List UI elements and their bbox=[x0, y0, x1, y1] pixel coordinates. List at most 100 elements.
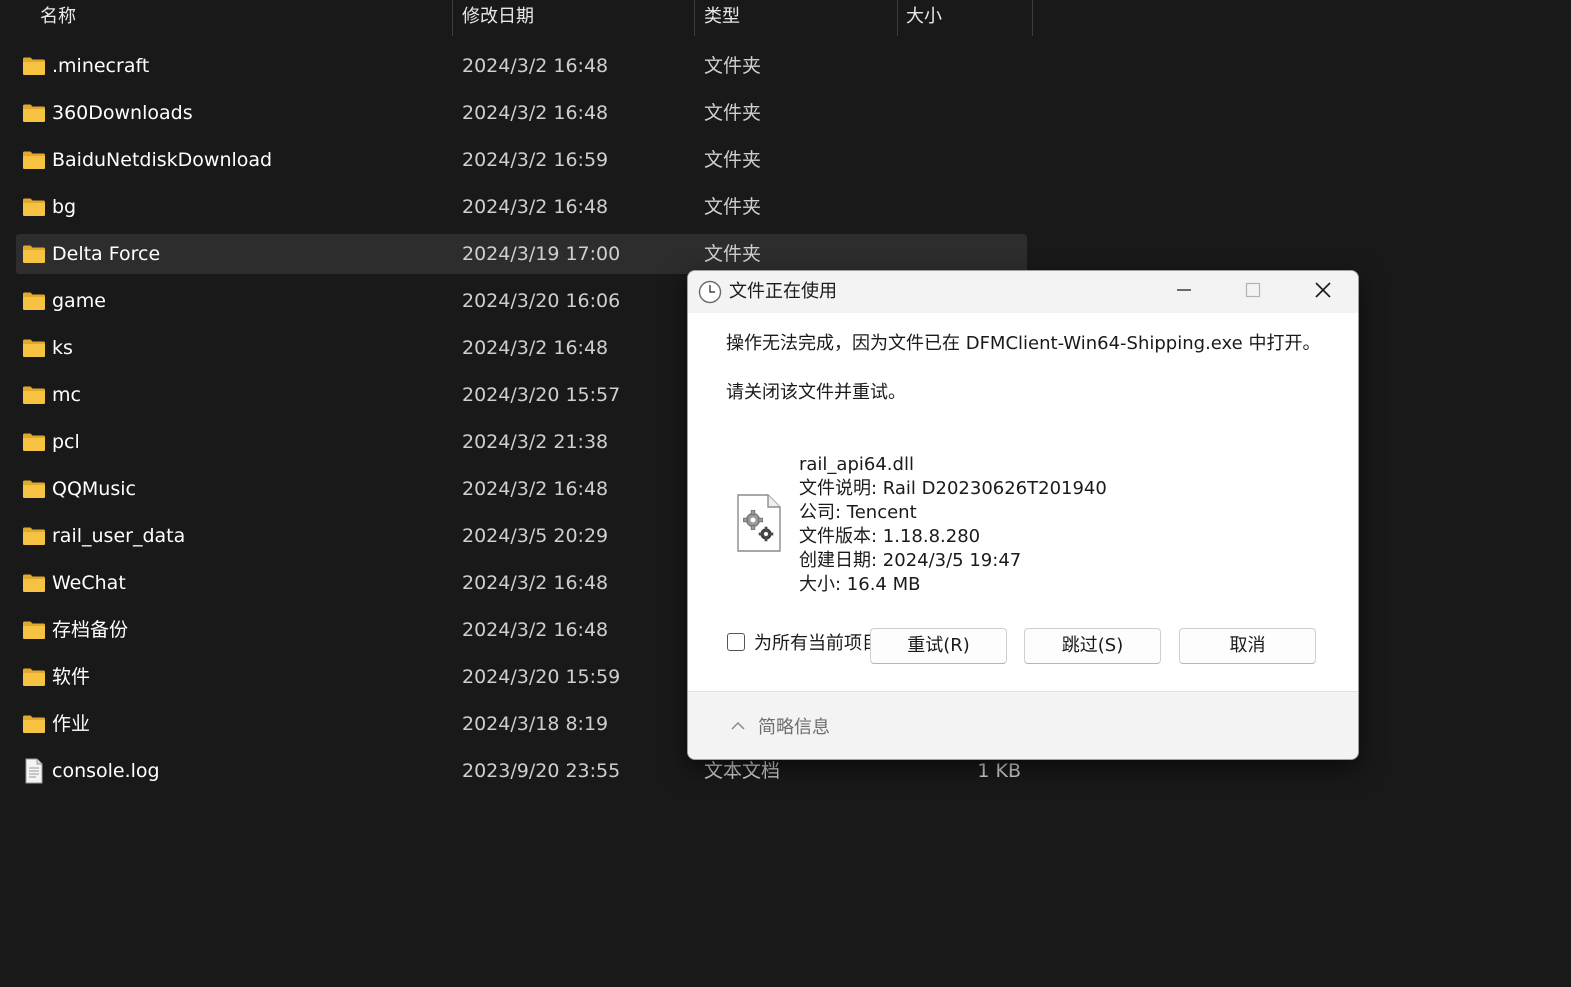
file-row[interactable]: 360Downloads 2024/3/2 16:48 文件夹 bbox=[16, 93, 1027, 133]
maximize-button[interactable] bbox=[1218, 271, 1288, 313]
file-type: 文件夹 bbox=[704, 149, 762, 171]
file-type: 文件夹 bbox=[704, 55, 762, 77]
file-name: rail_api64.dll bbox=[799, 454, 914, 475]
folder-icon bbox=[22, 479, 46, 499]
folder-icon bbox=[22, 526, 46, 546]
column-header-date[interactable]: 修改日期 bbox=[462, 0, 534, 36]
file-name: WeChat bbox=[52, 572, 126, 594]
dialog-titlebar[interactable]: 文件正在使用 bbox=[688, 271, 1358, 313]
folder-icon bbox=[22, 573, 46, 593]
file-name: 360Downloads bbox=[52, 102, 193, 124]
maximize-icon bbox=[1244, 281, 1262, 303]
file-in-use-dialog: 文件正在使用 操作无法完成，因为文件已在 DFMClient-Win64-Shi… bbox=[687, 270, 1359, 760]
folder-icon bbox=[22, 667, 46, 687]
file-name: QQMusic bbox=[52, 478, 136, 500]
close-button[interactable] bbox=[1288, 271, 1358, 313]
file-row[interactable]: bg 2024/3/2 16:48 文件夹 bbox=[16, 187, 1027, 227]
file-size bbox=[936, 140, 1021, 180]
cancel-button[interactable]: 取消 bbox=[1179, 628, 1316, 664]
folder-icon bbox=[22, 432, 46, 452]
file-row[interactable]: BaiduNetdiskDownload 2024/3/2 16:59 文件夹 bbox=[16, 140, 1027, 180]
file-modified-date: 2024/3/2 16:48 bbox=[462, 478, 609, 500]
file-modified-date: 2024/3/20 15:57 bbox=[462, 384, 621, 406]
file-modified-date: 2024/3/20 15:59 bbox=[462, 666, 621, 688]
file-modified-date: 2024/3/2 16:48 bbox=[462, 619, 609, 641]
dialog-footer: 简略信息 bbox=[688, 691, 1358, 759]
dialog-title: 文件正在使用 bbox=[729, 281, 837, 302]
file-name: bg bbox=[52, 196, 77, 218]
file-name: rail_user_data bbox=[52, 525, 186, 547]
sort-chevron-icon[interactable]: ⌃ bbox=[234, 0, 246, 8]
folder-icon bbox=[22, 197, 46, 217]
column-header-type[interactable]: 类型 bbox=[704, 0, 740, 36]
dll-settings-file-icon bbox=[736, 493, 782, 553]
minimize-icon bbox=[1175, 281, 1193, 303]
folder-icon bbox=[22, 244, 46, 264]
file-size: 大小: 16.4 MB bbox=[799, 574, 921, 595]
file-modified-date: 2024/3/2 16:48 bbox=[462, 196, 609, 218]
folder-icon bbox=[22, 291, 46, 311]
file-name: BaiduNetdiskDownload bbox=[52, 149, 273, 171]
column-header-bar: ⌃ 名称 修改日期 类型 大小 bbox=[0, 0, 1040, 36]
column-divider[interactable] bbox=[1032, 0, 1033, 36]
file-company: 公司: Tencent bbox=[799, 502, 917, 523]
clock-icon bbox=[698, 280, 722, 304]
file-modified-date: 2024/3/2 16:48 bbox=[462, 55, 609, 77]
file-modified-date: 2024/3/2 16:48 bbox=[462, 572, 609, 594]
file-name: .minecraft bbox=[52, 55, 150, 77]
chevron-up-icon bbox=[730, 717, 746, 736]
column-divider[interactable] bbox=[452, 0, 453, 36]
retry-button[interactable]: 重试(R) bbox=[870, 628, 1007, 664]
folder-icon bbox=[22, 620, 46, 640]
close-icon bbox=[1313, 280, 1333, 304]
file-type: 文件夹 bbox=[704, 243, 762, 265]
file-type: 文件夹 bbox=[704, 102, 762, 124]
folder-icon bbox=[22, 150, 46, 170]
column-header-size[interactable]: 大小 bbox=[906, 0, 942, 36]
column-divider[interactable] bbox=[694, 0, 695, 36]
folder-icon bbox=[22, 714, 46, 734]
file-name: 作业 bbox=[52, 713, 91, 735]
file-name: pcl bbox=[52, 431, 80, 453]
folder-icon bbox=[22, 56, 46, 76]
folder-icon bbox=[22, 103, 46, 123]
file-name: Delta Force bbox=[52, 243, 161, 265]
apply-to-all-checkbox[interactable] bbox=[727, 633, 745, 651]
file-modified-date: 2024/3/2 16:48 bbox=[462, 102, 609, 124]
minimize-button[interactable] bbox=[1149, 271, 1219, 313]
file-modified-date: 2024/3/20 16:06 bbox=[462, 290, 621, 312]
file-size bbox=[936, 93, 1021, 133]
fewer-details-toggle[interactable]: 简略信息 bbox=[730, 712, 830, 740]
file-created-date: 创建日期: 2024/3/5 19:47 bbox=[799, 550, 1022, 571]
fewer-details-label: 简略信息 bbox=[758, 717, 830, 738]
file-name: ks bbox=[52, 337, 73, 359]
file-name: 存档备份 bbox=[52, 619, 129, 641]
instruction-text: 请关闭该文件并重试。 bbox=[726, 382, 906, 403]
file-row[interactable]: Delta Force 2024/3/19 17:00 文件夹 bbox=[16, 234, 1027, 274]
file-description: 文件说明: Rail D20230626T201940 bbox=[799, 478, 1107, 499]
file-modified-date: 2023/9/20 23:55 bbox=[462, 760, 621, 782]
text-file-icon bbox=[22, 758, 46, 784]
file-size bbox=[936, 234, 1021, 274]
file-row[interactable]: .minecraft 2024/3/2 16:48 文件夹 bbox=[16, 46, 1027, 86]
file-modified-date: 2024/3/18 8:19 bbox=[462, 713, 609, 735]
file-modified-date: 2024/3/19 17:00 bbox=[462, 243, 621, 265]
file-size bbox=[936, 46, 1021, 86]
file-name: mc bbox=[52, 384, 81, 406]
file-name: 软件 bbox=[52, 666, 91, 688]
skip-button[interactable]: 跳过(S) bbox=[1024, 628, 1161, 664]
file-name: console.log bbox=[52, 760, 160, 782]
column-divider[interactable] bbox=[897, 0, 898, 36]
folder-icon bbox=[22, 385, 46, 405]
file-name: game bbox=[52, 290, 106, 312]
file-modified-date: 2024/3/2 21:38 bbox=[462, 431, 609, 453]
folder-icon bbox=[22, 338, 46, 358]
file-size bbox=[936, 187, 1021, 227]
file-modified-date: 2024/3/5 20:29 bbox=[462, 525, 609, 547]
error-message: 操作无法完成，因为文件已在 DFMClient-Win64-Shipping.e… bbox=[726, 333, 1321, 354]
file-modified-date: 2024/3/2 16:48 bbox=[462, 337, 609, 359]
file-type: 文件夹 bbox=[704, 196, 762, 218]
file-version: 文件版本: 1.18.8.280 bbox=[799, 526, 981, 547]
file-modified-date: 2024/3/2 16:59 bbox=[462, 149, 609, 171]
column-header-name[interactable]: 名称 bbox=[40, 0, 76, 36]
